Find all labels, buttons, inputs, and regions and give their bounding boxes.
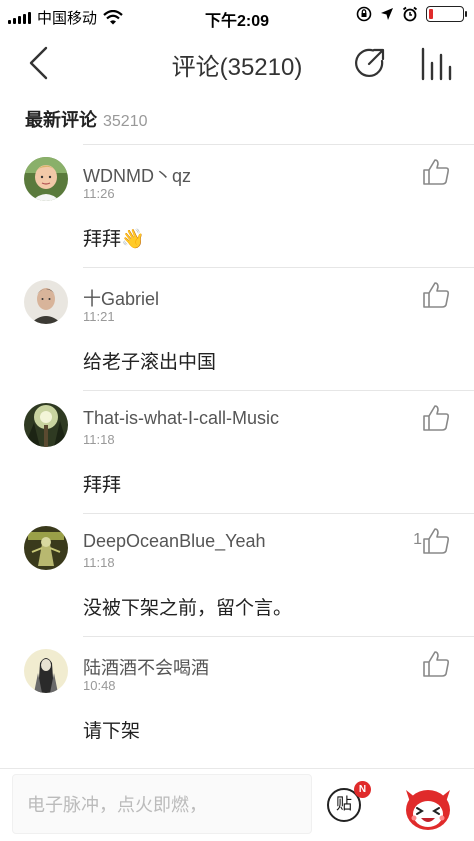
- comment-item: DeepOceanBlue_Yeah 11:18 没被下架之前，留个言。 1: [0, 513, 474, 636]
- comment-item: That-is-what-I-call-Music 11:18 拜拜: [0, 390, 474, 513]
- section-header: 最新评论 35210: [25, 106, 148, 132]
- divider: [0, 768, 474, 769]
- comment-time: 11:26: [83, 186, 115, 201]
- battery-icon: [426, 6, 467, 22]
- comment-composer: 贴 N: [0, 768, 474, 841]
- equalizer-icon[interactable]: [418, 45, 454, 81]
- avatar[interactable]: [24, 280, 68, 324]
- comment-text: 给老子滚出中国: [83, 352, 217, 373]
- nav-bar: 评论(35210): [0, 32, 474, 94]
- new-badge: N: [354, 781, 371, 798]
- comment-item: WDNMD丶qz 11:26 拜拜👋: [0, 144, 474, 267]
- divider: [83, 513, 474, 514]
- comment-time: 11:18: [83, 555, 115, 570]
- thumbs-up-icon[interactable]: [420, 279, 452, 311]
- comment-username[interactable]: WDNMD丶qz: [83, 162, 191, 188]
- divider: [83, 636, 474, 637]
- rotation-lock-icon: [356, 6, 372, 22]
- comment-item: 陆酒酒不会喝酒 10:48 请下架: [0, 636, 474, 759]
- comment-input-box: [12, 774, 312, 834]
- avatar[interactable]: [24, 403, 68, 447]
- comment-item: 十Gabriel 11:21 给老子滚出中国: [0, 267, 474, 390]
- location-icon: [381, 8, 393, 20]
- divider: [83, 267, 474, 268]
- comment-username[interactable]: 十Gabriel: [83, 285, 159, 311]
- page-title: 评论(35210): [171, 54, 303, 81]
- comment-username[interactable]: DeepOceanBlue_Yeah: [83, 531, 266, 552]
- share-icon[interactable]: [352, 45, 388, 81]
- like-count: 1: [413, 531, 422, 548]
- thumbs-up-icon[interactable]: [420, 525, 452, 557]
- thumbs-up-icon[interactable]: [420, 402, 452, 434]
- comment-text: 请下架: [83, 721, 141, 742]
- comment-time: 10:48: [83, 678, 116, 693]
- avatar[interactable]: [24, 526, 68, 570]
- comment-text: 拜拜👋: [83, 229, 145, 250]
- comment-time: 11:18: [83, 432, 115, 447]
- thumbs-up-icon[interactable]: [420, 648, 452, 680]
- comment-list: WDNMD丶qz 11:26 拜拜👋 十Gabriel 11:21 给老子滚出中…: [0, 144, 474, 759]
- section-count: 35210: [103, 113, 148, 130]
- mascot-icon[interactable]: [400, 780, 456, 834]
- comment-username[interactable]: That-is-what-I-call-Music: [83, 408, 279, 429]
- divider: [83, 144, 474, 145]
- alarm-icon: [402, 6, 418, 22]
- comment-time: 11:21: [83, 309, 115, 324]
- status-bar: 中国移动 下午2:09: [0, 0, 474, 32]
- divider: [83, 390, 474, 391]
- section-label: 最新评论: [25, 110, 97, 130]
- avatar[interactable]: [24, 649, 68, 693]
- comment-username[interactable]: 陆酒酒不会喝酒: [83, 654, 209, 680]
- avatar[interactable]: [24, 157, 68, 201]
- comment-input[interactable]: [25, 789, 299, 821]
- comment-text: 拜拜: [83, 475, 122, 496]
- comment-text: 没被下架之前，留个言。: [83, 598, 293, 619]
- thumbs-up-icon[interactable]: [420, 156, 452, 188]
